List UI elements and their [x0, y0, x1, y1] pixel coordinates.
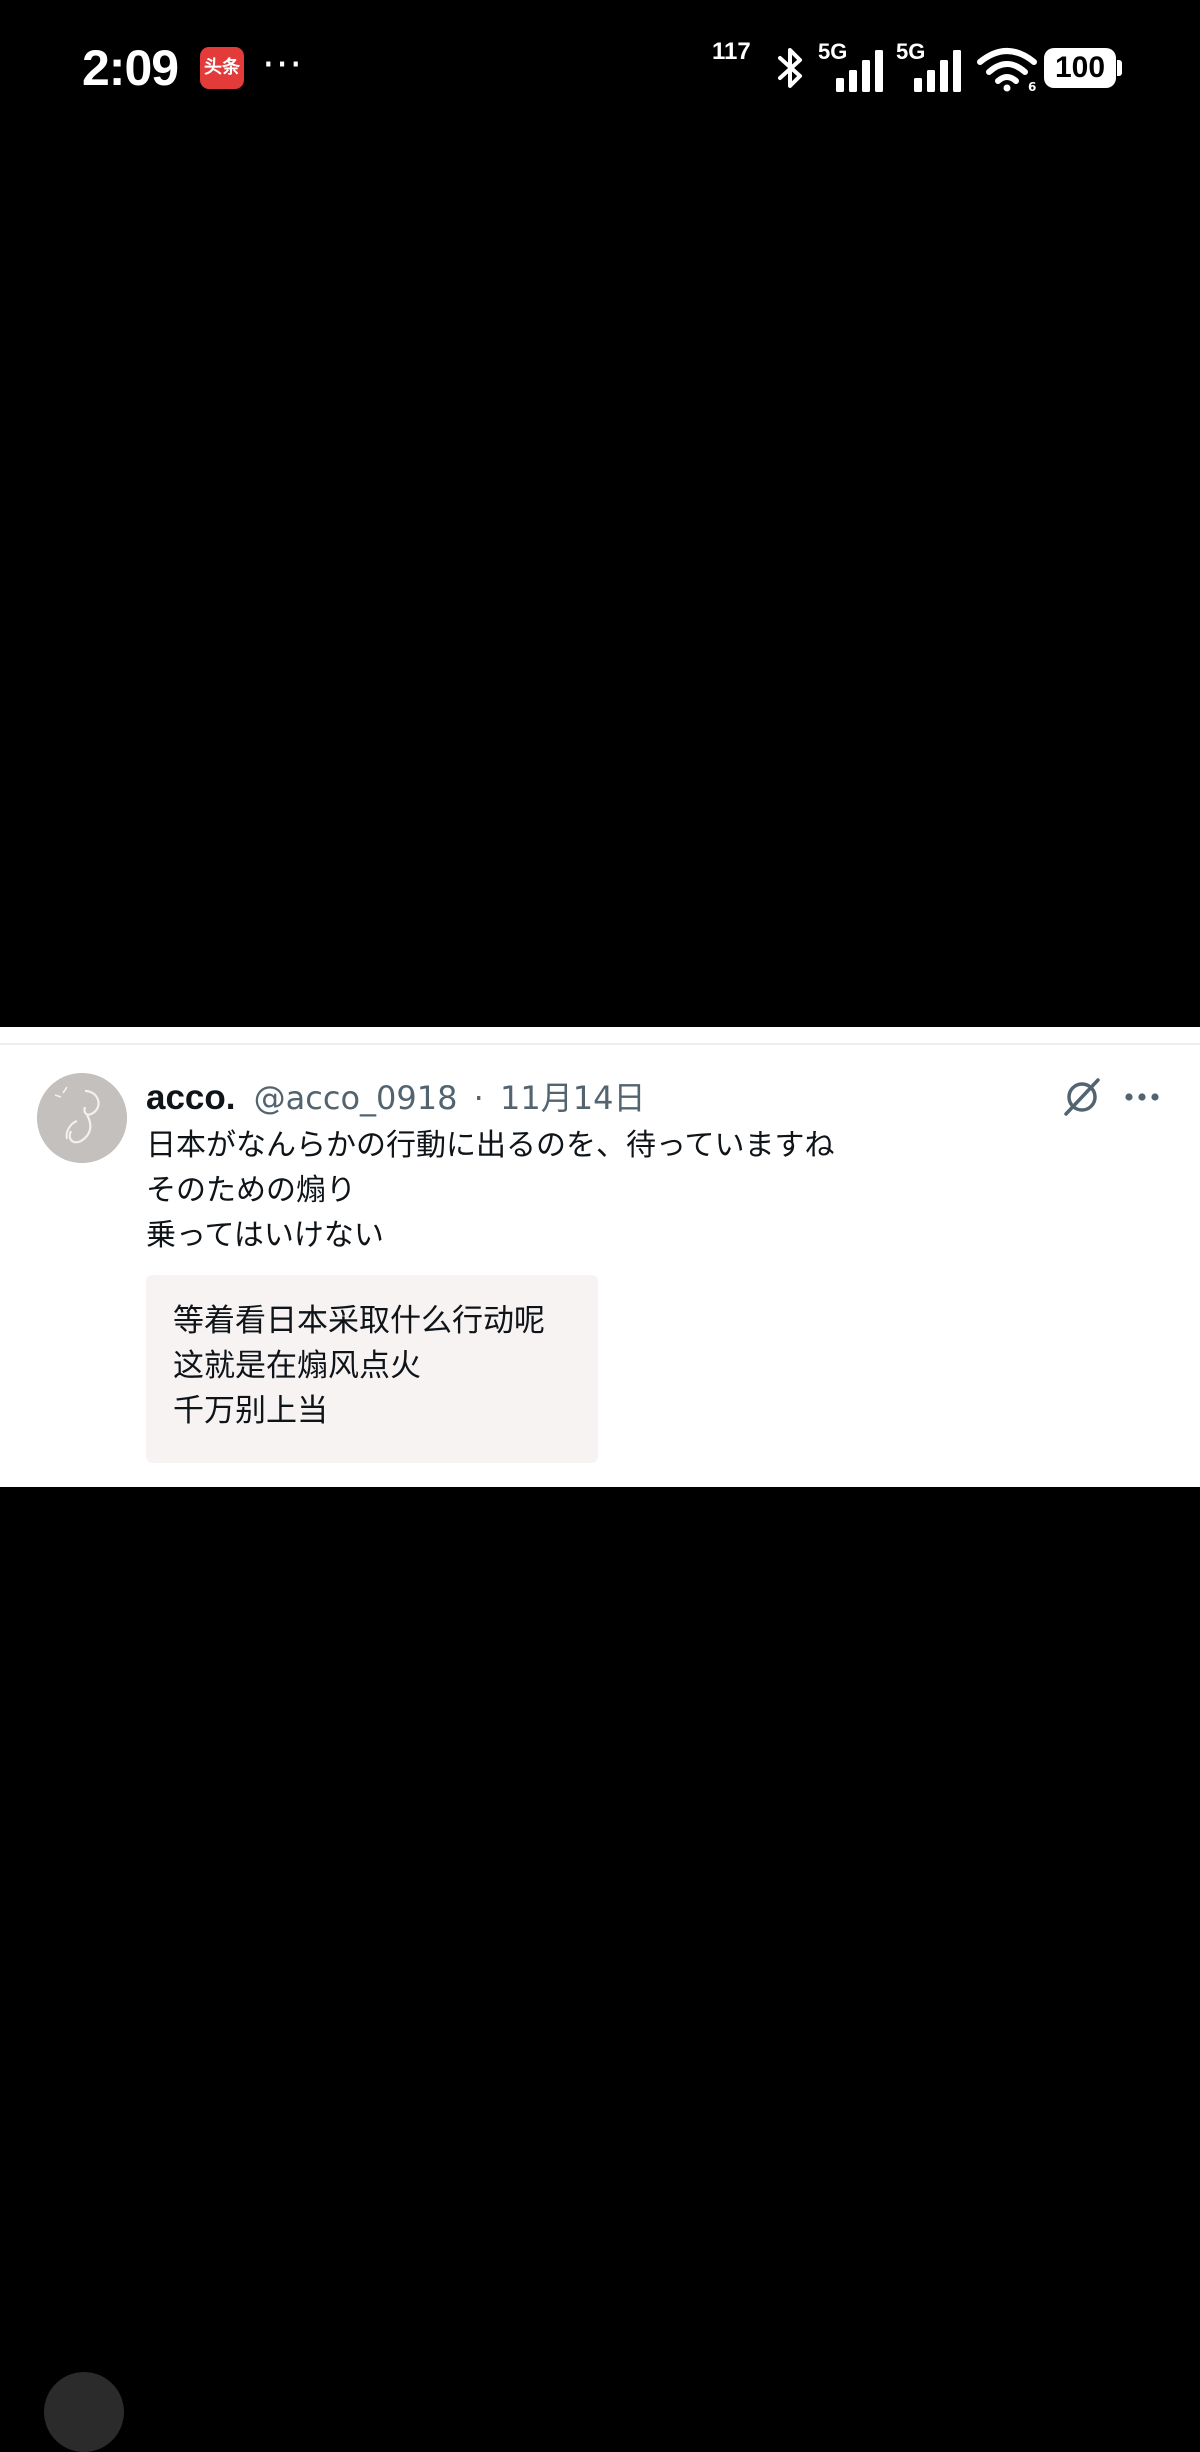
tweet-text: 日本がなんらかの行動に出るのを、待っていますね そのための煽り 乗ってはいけない: [146, 1123, 1126, 1258]
status-time: 2:09: [82, 40, 179, 96]
battery-tip: [1117, 60, 1122, 76]
notification-more-indicator: ···: [262, 42, 304, 88]
bluetooth-icon: [778, 48, 802, 88]
svg-text:6: 6: [1028, 80, 1036, 92]
avatar[interactable]: [37, 1073, 127, 1163]
network-speed-unit: [706, 72, 762, 90]
tweet-text-line: 日本がなんらかの行動に出るのを、待っていますね: [146, 1128, 835, 1163]
avatar-sketch-icon: [37, 1073, 127, 1163]
more-icon[interactable]: [1124, 1077, 1160, 1117]
signal-icon: [914, 50, 961, 92]
wifi-icon: 6: [977, 48, 1037, 92]
divider: [0, 1043, 1200, 1045]
author-handle[interactable]: @acco_0918: [254, 1079, 458, 1117]
floating-action-button[interactable]: [44, 2372, 124, 2452]
separator: ·: [473, 1079, 484, 1117]
translation-line: 千万别上当: [173, 1393, 328, 1429]
tweet-header: acco. @acco_0918 · 11月14日: [146, 1075, 645, 1121]
grok-icon[interactable]: [1062, 1077, 1102, 1117]
signal-icon: [836, 50, 883, 92]
tweet-date[interactable]: 11月14日: [500, 1079, 645, 1117]
app-badge-icon: 头条: [200, 47, 244, 89]
status-bar: 2:09 头条 ··· 117 5G 5G 6 100: [0, 0, 1200, 140]
tweet-text-line: 乗ってはいけない: [146, 1218, 384, 1253]
translation-line: 等着看日本采取什么行动呢: [173, 1303, 545, 1339]
tweet-text-line: そのための煽り: [146, 1173, 356, 1208]
battery-icon: 100: [1044, 48, 1116, 88]
translation-text: 等着看日本采取什么行动呢 这就是在煽风点火 千万别上当: [173, 1299, 545, 1434]
translation-line: 这就是在煽风点火: [173, 1348, 421, 1384]
translation-box: 等着看日本采取什么行动呢 这就是在煽风点火 千万别上当: [146, 1275, 598, 1463]
author-name[interactable]: acco.: [146, 1078, 236, 1117]
network-speed: 117: [712, 38, 751, 65]
tweet-card[interactable]: acco. @acco_0918 · 11月14日 日本がなんらかの行動に出るの…: [0, 1027, 1200, 1487]
